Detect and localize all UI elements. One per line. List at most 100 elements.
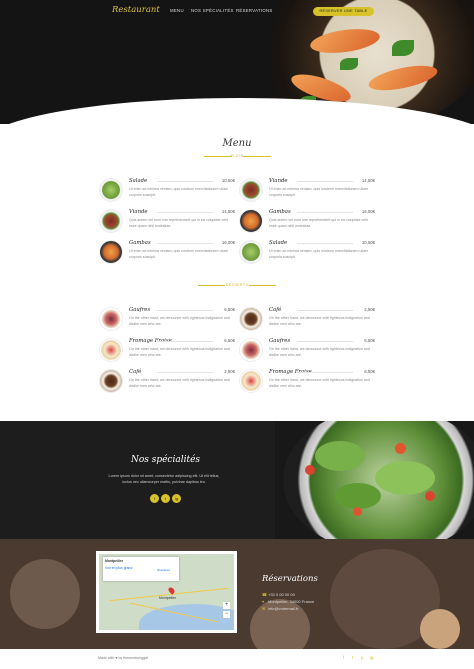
dessert-description: On the other hand, we denounce with righ… <box>129 347 230 357</box>
logo[interactable]: Restaurant <box>112 5 160 15</box>
dessert-photo <box>239 369 263 393</box>
dish-description: Ut enim ad minima veniam, quis nostrum e… <box>129 187 229 197</box>
footer: Made with ♥ by themeshonggal f t p ig <box>0 649 474 669</box>
specialites-section <box>0 421 474 539</box>
dish-photo <box>99 178 123 202</box>
nav-link-reservations[interactable]: RÉSERVATIONS <box>236 8 273 13</box>
divider <box>243 156 271 157</box>
nav-link-menu[interactable]: MENU <box>170 8 184 13</box>
zoom-out-button[interactable]: − <box>223 611 230 618</box>
dotted-leader <box>297 310 353 311</box>
dish-description: Ut enim ad minima veniam, quis nostrum e… <box>129 249 229 259</box>
map-directions-link[interactable]: Itinéraires <box>157 568 170 572</box>
dessert-description: On the other hand, we denounce with righ… <box>129 316 230 326</box>
dish-photo <box>239 209 263 233</box>
dish-price: 16,00€ <box>361 209 375 214</box>
dessert-price: 2,50€ <box>364 307 375 312</box>
dish-name: Salade <box>269 240 288 246</box>
salad-image <box>275 421 474 539</box>
address-line: ⌖ Montpellier, 34000 France <box>262 599 314 604</box>
dessert-photo <box>99 338 123 362</box>
facebook-icon[interactable]: f <box>150 494 159 503</box>
dessert-description: On the other hand, we denounce with righ… <box>129 378 230 388</box>
menu-item: Fromage Fraise 6,50€ On the other hand, … <box>239 369 375 397</box>
menu-item: Gaufres 6,50€ On the other hand, we deno… <box>239 338 375 366</box>
dotted-leader <box>297 243 353 244</box>
menu-item: Viande 14,50€ Quis autem vel eum iure re… <box>99 209 235 237</box>
instagram-icon[interactable]: ig <box>172 494 181 503</box>
map-embed[interactable]: Montpellier Voir en plus grand Itinérair… <box>96 551 237 633</box>
dotted-leader <box>297 372 353 373</box>
dish-photo <box>99 240 123 264</box>
twitter-icon[interactable]: t <box>352 655 353 660</box>
dessert-price: 6,50€ <box>224 307 235 312</box>
menu-item: Salade 10,50€ Ut enim ad minima veniam, … <box>239 240 375 268</box>
footer-credit: Made with ♥ by themeshonggal <box>98 656 148 660</box>
map-city-label: Montpellier <box>159 596 177 600</box>
map[interactable]: Montpellier Voir en plus grand Itinérair… <box>99 554 234 630</box>
nav-link-specialites[interactable]: NOS SPÉCIALITÉS <box>191 8 234 13</box>
dotted-leader <box>157 181 213 182</box>
salad-leaf <box>375 461 435 495</box>
dish-name: Salade <box>129 178 148 184</box>
dessert-photo <box>239 307 263 331</box>
instagram-icon[interactable]: ig <box>370 655 374 660</box>
dotted-leader <box>157 212 213 213</box>
dessert-photo <box>99 369 123 393</box>
phone-number[interactable]: +33 0 00 00 00 <box>268 592 295 597</box>
reserve-table-button[interactable]: RÉSERVER UNE TABLE <box>313 7 374 16</box>
dessert-photo <box>239 338 263 362</box>
phone-line: ☎+33 0 00 00 00 <box>262 592 295 597</box>
dotted-leader <box>157 243 213 244</box>
tomato <box>395 443 406 454</box>
email-address[interactable]: info@votremail.fr <box>268 606 298 611</box>
dish-photo <box>99 209 123 233</box>
dish-photo <box>239 178 263 202</box>
plats-label: PLATS <box>230 154 244 158</box>
zoom-in-button[interactable]: + <box>223 602 230 609</box>
menu-item: Salade 10,50€ Ut enim ad minima veniam, … <box>99 178 235 206</box>
dessert-photo <box>99 307 123 331</box>
basil-leaf <box>392 40 414 56</box>
email-line: ✉ info@votremail.fr <box>262 606 298 611</box>
dotted-leader <box>157 372 213 373</box>
address-text: Montpellier, 34000 France <box>268 599 315 604</box>
dish-price: 14,50€ <box>361 178 375 183</box>
hero-banner: Restaurant MENU NOS SPÉCIALITÉS RÉSERVAT… <box>0 0 474 124</box>
dish-name: Gambas <box>129 240 151 246</box>
dish-name: Viande <box>269 178 288 184</box>
dish-price: 16,00€ <box>221 240 235 245</box>
dotted-leader <box>297 212 353 213</box>
dish-description: Quis autem vel eum iure reprehenderit qu… <box>129 218 228 228</box>
dish-price: 14,50€ <box>221 209 235 214</box>
dessert-name: Gaufres <box>129 307 151 313</box>
facebook-icon[interactable]: f <box>343 655 344 660</box>
dessert-name: Café <box>129 369 142 375</box>
menu-item: Gambas 16,00€ Ut enim ad minima veniam, … <box>99 240 235 268</box>
dessert-description: On the other hand, we denounce with righ… <box>269 378 370 388</box>
pinterest-icon[interactable]: p <box>361 655 364 660</box>
dotted-leader <box>157 341 213 342</box>
dish-name: Gambas <box>269 209 291 215</box>
dessert-price: 2,50€ <box>224 369 235 374</box>
dessert-price: 6,50€ <box>364 338 375 343</box>
dessert-description: On the other hand, we denounce with righ… <box>269 347 370 357</box>
menu-title: Menu <box>222 138 252 149</box>
menu-item: Viande 14,50€ Ut enim ad minima veniam, … <box>239 178 375 206</box>
dish-price: 10,50€ <box>221 178 235 183</box>
reservations-section <box>0 539 474 649</box>
menu-item: Gaufres 6,50€ On the other hand, we deno… <box>99 307 235 335</box>
menu-item: Café 2,50€ On the other hand, we denounc… <box>99 369 235 397</box>
background-blur <box>10 559 80 629</box>
dish-photo <box>239 240 263 264</box>
tomato <box>353 507 362 516</box>
dotted-leader <box>157 310 213 311</box>
divider <box>249 285 276 286</box>
tomato <box>425 491 435 501</box>
salad-leaf <box>335 483 381 509</box>
top-navigation: Restaurant MENU NOS SPÉCIALITÉS RÉSERVAT… <box>0 0 474 22</box>
dish-description: Ut enim ad minima veniam, quis nostrum e… <box>269 187 369 197</box>
dessert-name: Gaufres <box>269 338 291 344</box>
twitter-icon[interactable]: t <box>161 494 170 503</box>
salad-leaf <box>315 441 365 471</box>
